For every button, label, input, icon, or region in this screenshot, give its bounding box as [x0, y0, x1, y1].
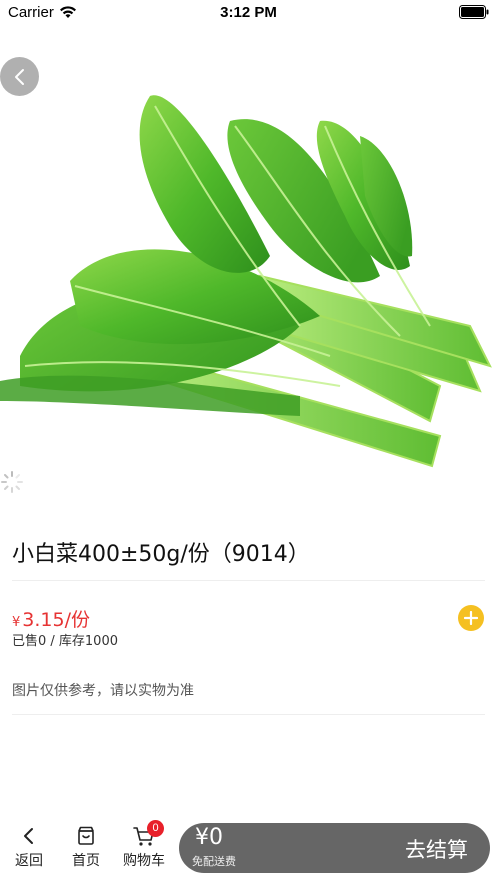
- checkout-bar[interactable]: ¥0 免配送费 去结算: [179, 823, 490, 873]
- image-disclaimer: 图片仅供参考，请以实物为准: [12, 683, 194, 699]
- divider: [12, 714, 485, 715]
- clock: 3:12 PM: [220, 4, 277, 21]
- battery-icon: [459, 5, 489, 19]
- cart-count-badge: 0: [147, 820, 164, 837]
- store-icon: [78, 826, 94, 845]
- loading-spinner-icon: [1, 471, 23, 493]
- product-title: 小白菜400±50g/份（9014）: [12, 542, 310, 567]
- chevron-left-icon: [24, 828, 33, 844]
- price-value: 3.15/份: [22, 609, 90, 631]
- back-button[interactable]: [0, 57, 39, 96]
- chevron-left-icon: [14, 68, 24, 85]
- product-price: ¥3.15/份: [12, 605, 90, 632]
- tab-home[interactable]: 首页: [61, 825, 111, 870]
- product-image: [0, 26, 497, 506]
- checkout-button[interactable]: 去结算: [405, 834, 468, 864]
- add-to-cart-button[interactable]: [458, 605, 484, 631]
- tab-home-label: 首页: [72, 853, 100, 869]
- plus-icon: [464, 611, 478, 625]
- tab-back-label: 返回: [15, 853, 43, 869]
- sales-stock-info: 已售0 / 库存1000: [12, 634, 118, 649]
- tab-cart-label: 购物车: [123, 853, 165, 869]
- status-bar: Carrier 3:12 PM: [0, 0, 497, 26]
- tab-back[interactable]: 返回: [4, 825, 54, 870]
- price-currency-symbol: ¥: [12, 615, 21, 630]
- cart-total: ¥0: [195, 825, 223, 850]
- tab-cart[interactable]: 0 购物车: [118, 820, 170, 870]
- bok-choy-image: [0, 95, 492, 468]
- delivery-fee-note: 免配送费: [192, 855, 236, 868]
- divider: [12, 580, 485, 581]
